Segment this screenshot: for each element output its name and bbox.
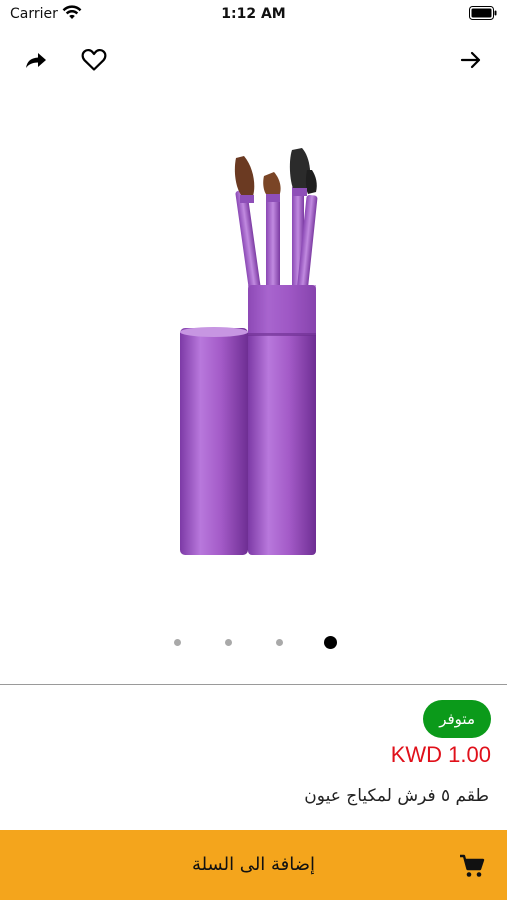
product-title: طقم ٥ فرش لمكياج عيون <box>304 786 489 806</box>
arrow-right-icon <box>460 51 481 69</box>
share-icon <box>26 53 46 68</box>
product-image[interactable] <box>170 140 340 565</box>
share-button[interactable] <box>20 44 52 76</box>
cart-icon <box>460 854 485 877</box>
favorite-button[interactable] <box>78 44 110 76</box>
pagination-dot[interactable] <box>174 639 181 646</box>
back-button[interactable] <box>455 44 487 76</box>
status-bar: Carrier 1:12 AM <box>0 0 507 28</box>
add-to-cart-button[interactable]: إضافة الى السلة <box>0 830 507 900</box>
top-bar <box>0 40 507 80</box>
pagination-dot[interactable] <box>276 639 283 646</box>
image-pagination <box>0 636 507 650</box>
clock: 1:12 AM <box>221 6 286 22</box>
add-to-cart-label: إضافة الى السلة <box>191 854 316 875</box>
pagination-dot-active[interactable] <box>324 636 337 649</box>
pagination-dot[interactable] <box>225 639 232 646</box>
battery-icon <box>469 6 497 20</box>
availability-badge: متوفر <box>423 700 491 738</box>
heart-icon <box>81 49 107 71</box>
divider <box>0 684 507 685</box>
product-price: KWD 1.00 <box>390 742 491 767</box>
